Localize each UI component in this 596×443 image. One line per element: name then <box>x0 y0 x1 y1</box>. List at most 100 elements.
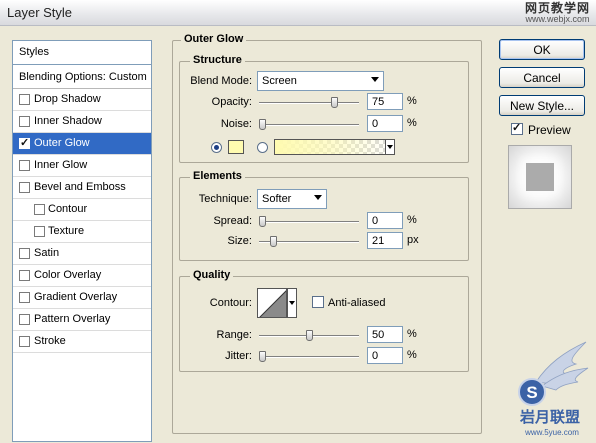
jitter-label: Jitter: <box>225 350 252 362</box>
style-item-label: Gradient Overlay <box>34 291 118 303</box>
range-label: Range: <box>216 329 252 341</box>
style-checkbox[interactable] <box>19 336 30 347</box>
contour-curve-icon <box>259 290 286 317</box>
style-item-label: Contour <box>48 203 88 215</box>
layer-style-dialog: Styles Blending Options: Custom Drop Sha… <box>0 26 596 443</box>
watermark-top: 网页教学网 www.webjx.com <box>524 1 590 25</box>
glow-color-swatch[interactable] <box>228 140 244 154</box>
blend-mode-label: Blend Mode: <box>190 75 252 87</box>
size-input[interactable]: 21 <box>367 232 403 249</box>
opacity-input[interactable]: 75 <box>367 93 403 110</box>
blending-options-item[interactable]: Blending Options: Custom <box>13 65 151 89</box>
jitter-unit: % <box>407 349 417 361</box>
watermark-top-cn: 网页教学网 <box>524 1 590 15</box>
opacity-slider-track[interactable] <box>259 102 359 104</box>
style-item-label: Inner Shadow <box>34 115 102 127</box>
style-preview <box>508 145 572 209</box>
preview-label: Preview <box>528 123 571 137</box>
style-item-color-overlay[interactable]: Color Overlay <box>13 265 151 287</box>
style-item-texture[interactable]: Texture <box>13 221 151 243</box>
solid-color-radio[interactable] <box>211 142 222 153</box>
watermark-cn: 岩月联盟 <box>519 408 580 426</box>
noise-slider-track[interactable] <box>259 124 359 126</box>
style-rows: Drop Shadow Inner Shadow Outer Glow Inner G… <box>13 89 151 353</box>
gradient-radio[interactable] <box>257 142 268 153</box>
style-checkbox[interactable] <box>19 160 30 171</box>
opacity-label: Opacity: <box>211 96 252 108</box>
ok-button[interactable]: OK <box>499 39 585 60</box>
spread-slider-track[interactable] <box>259 221 359 223</box>
elements-title: Elements <box>190 170 245 182</box>
size-slider-thumb[interactable] <box>270 236 277 247</box>
style-item-bevel-and-emboss[interactable]: Bevel and Emboss <box>13 177 151 199</box>
style-item-contour[interactable]: Contour <box>13 199 151 221</box>
size-label: Size: <box>227 235 252 247</box>
opacity-slider-thumb[interactable] <box>331 97 338 108</box>
outer-glow-panel: Outer Glow Structure Blend Mode: Screen … <box>172 33 482 434</box>
contour-picker-arrow[interactable] <box>287 288 297 318</box>
style-item-label: Texture <box>48 225 85 237</box>
range-unit: % <box>407 328 417 340</box>
gradient-picker-arrow[interactable] <box>385 139 395 155</box>
style-item-drop-shadow[interactable]: Drop Shadow <box>13 89 151 111</box>
style-checkbox[interactable] <box>19 136 30 149</box>
style-item-gradient-overlay[interactable]: Gradient Overlay <box>13 287 151 309</box>
style-checkbox[interactable] <box>19 270 30 281</box>
contour-preview[interactable] <box>257 288 287 318</box>
watermark-letter: S <box>526 383 537 402</box>
style-item-inner-glow[interactable]: Inner Glow <box>13 155 151 177</box>
jitter-slider-track[interactable] <box>259 356 359 358</box>
style-item-pattern-overlay[interactable]: Pattern Overlay <box>13 309 151 331</box>
style-checkbox[interactable] <box>34 226 45 237</box>
style-checkbox[interactable] <box>19 248 30 259</box>
elements-group: Elements Technique: Softer Spread: 0 % S… <box>179 170 469 261</box>
style-item-satin[interactable]: Satin <box>13 243 151 265</box>
style-checkbox[interactable] <box>19 314 30 325</box>
style-item-label: Drop Shadow <box>34 93 101 105</box>
new-style-button[interactable]: New Style... <box>499 95 585 116</box>
preview-checkbox[interactable] <box>511 121 523 135</box>
technique-value: Softer <box>262 193 292 205</box>
style-item-label: Stroke <box>34 335 66 347</box>
style-item-inner-shadow[interactable]: Inner Shadow <box>13 111 151 133</box>
quality-title: Quality <box>190 269 234 281</box>
watermark-bottom: S 岩月联盟 www.5yue.com <box>498 334 594 442</box>
noise-input[interactable]: 0 <box>367 115 403 132</box>
spread-label: Spread: <box>213 215 252 227</box>
style-checkbox[interactable] <box>19 94 30 105</box>
jitter-slider-thumb[interactable] <box>259 351 266 362</box>
spread-slider-thumb[interactable] <box>259 216 266 227</box>
structure-group: Structure Blend Mode: Screen Opacity: 75… <box>179 54 469 163</box>
style-item-label: Color Overlay <box>34 269 102 281</box>
styles-list: Styles Blending Options: Custom Drop Sha… <box>12 40 152 442</box>
style-checkbox[interactable] <box>19 116 30 127</box>
style-item-label: Pattern Overlay <box>34 313 111 325</box>
preview-swatch <box>526 163 554 191</box>
glow-gradient-swatch[interactable] <box>274 139 394 155</box>
range-slider-thumb[interactable] <box>306 330 313 341</box>
jitter-input[interactable]: 0 <box>367 347 403 364</box>
style-item-label: Inner Glow <box>34 159 88 171</box>
size-unit: px <box>407 234 419 246</box>
blend-mode-select[interactable]: Screen <box>257 71 384 91</box>
chevron-down-icon <box>371 77 379 82</box>
spread-input[interactable]: 0 <box>367 212 403 229</box>
cancel-button[interactable]: Cancel <box>499 67 585 88</box>
anti-aliased-label: Anti-aliased <box>328 297 386 309</box>
technique-select[interactable]: Softer <box>257 189 327 209</box>
chevron-down-icon <box>314 195 322 200</box>
anti-aliased-checkbox[interactable] <box>312 296 324 308</box>
style-checkbox[interactable] <box>19 182 30 193</box>
style-item-label: Satin <box>34 247 60 259</box>
style-checkbox[interactable] <box>34 204 45 215</box>
noise-slider-thumb[interactable] <box>259 119 266 130</box>
noise-label: Noise: <box>220 118 252 130</box>
style-item-stroke[interactable]: Stroke <box>13 331 151 353</box>
styles-header[interactable]: Styles <box>13 41 151 65</box>
range-input[interactable]: 50 <box>367 326 403 343</box>
style-checkbox[interactable] <box>19 292 30 303</box>
style-item-outer-glow[interactable]: Outer Glow <box>13 133 151 155</box>
title-bar: Layer Style 网页教学网 www.webjx.com <box>0 0 596 26</box>
watermark-top-url: www.webjx.com <box>525 14 590 24</box>
style-item-label: Bevel and Emboss <box>34 181 126 193</box>
